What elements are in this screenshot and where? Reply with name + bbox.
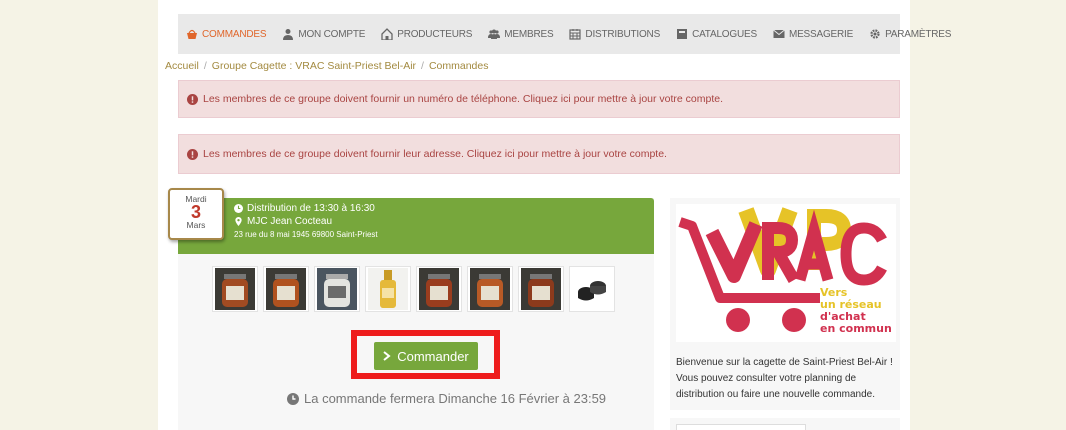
date-number: 3 — [190, 202, 201, 222]
jar-image — [521, 268, 561, 310]
nav-item-label: MEMBRES — [504, 28, 554, 40]
date-badge: Mardi 3 Mars — [168, 188, 224, 240]
user-icon — [283, 29, 294, 40]
exclamation-circle-icon — [187, 93, 198, 105]
vrac-tagline-4: en commun — [820, 322, 892, 335]
jar-image — [470, 268, 510, 310]
distribution-time: Distribution de 13:30 à 16:30 — [247, 203, 375, 214]
main-nav: COMMANDES MON COMPTE PRODUCTEURS MEMBRES… — [178, 14, 951, 54]
product-thumb[interactable] — [212, 266, 258, 312]
nav-item-label: COMMANDES — [202, 28, 267, 40]
jar-image — [419, 268, 459, 310]
order-close-note: La commande fermera Dimanche 16 Février … — [287, 391, 606, 406]
product-thumb[interactable] — [365, 266, 411, 312]
distribution-info: Distribution de 13:30 à 16:30 MJC Jean C… — [234, 202, 378, 241]
product-thumb[interactable] — [416, 266, 462, 312]
nav-item-catalogues[interactable]: CATALOGUES — [668, 14, 765, 54]
product-thumb[interactable] — [314, 266, 360, 312]
alert-address-text: Les membres de ce groupe doivent fournir… — [203, 148, 667, 160]
alert-phone[interactable]: Les membres de ce groupe doivent fournir… — [178, 80, 900, 118]
basket-icon — [187, 29, 197, 39]
nav-item-distributions[interactable]: DISTRIBUTIONS — [561, 14, 668, 54]
nav-item-label: MESSAGERIE — [788, 28, 854, 40]
breadcrumb-home[interactable]: Accueil — [165, 60, 199, 72]
breadcrumb-group[interactable]: Groupe Cagette : VRAC Saint-Priest Bel-A… — [212, 60, 416, 72]
bottle-image — [368, 268, 408, 310]
farm-icon — [381, 28, 393, 40]
product-thumb[interactable] — [467, 266, 513, 312]
jar-image — [317, 268, 357, 310]
alert-address[interactable]: Les membres de ce groupe doivent fournir… — [178, 134, 900, 174]
chevron-right-icon — [383, 351, 391, 361]
sidebar-bottom-box — [676, 424, 806, 430]
nav-item-membres[interactable]: MEMBRES — [480, 14, 561, 54]
book-icon — [677, 29, 688, 39]
nav-item-label: DISTRIBUTIONS — [585, 28, 661, 40]
nav-item-mon-compte[interactable]: MON COMPTE — [274, 14, 373, 54]
nav-item-parametres[interactable]: PARAMÈTRES — [861, 14, 959, 54]
exclamation-circle-icon — [187, 148, 198, 160]
breadcrumb-separator: / — [203, 60, 207, 72]
nav-item-label: MON COMPTE — [298, 28, 366, 40]
welcome-text: Bienvenue sur la cagette de Saint-Priest… — [676, 357, 893, 400]
envelope-icon — [773, 29, 785, 38]
nav-item-producteurs[interactable]: PRODUCTEURS — [373, 14, 480, 54]
nav-item-label: PRODUCTEURS — [397, 28, 473, 40]
product-thumb[interactable] — [263, 266, 309, 312]
distribution-address: 23 rue du 8 mai 1945 69800 Saint-Priest — [234, 230, 378, 239]
alert-phone-text: Les membres de ce groupe doivent fournir… — [203, 93, 724, 105]
breadcrumb: Accueil / Groupe Cagette : VRAC Saint-Pr… — [165, 60, 488, 72]
product-thumbnails — [212, 266, 615, 312]
clock-icon — [287, 392, 299, 405]
jar-image — [266, 268, 306, 310]
clock-icon — [234, 204, 243, 213]
date-month: Mars — [186, 220, 206, 230]
calendar-icon — [569, 29, 582, 40]
map-marker-icon — [235, 217, 242, 226]
jar-image — [215, 268, 255, 310]
product-thumb[interactable] — [518, 266, 564, 312]
product-thumb[interactable] — [569, 266, 615, 312]
vrac-logo: Vers un réseau d'achat en commun — [676, 204, 896, 342]
nav-item-label: CATALOGUES — [692, 28, 757, 40]
users-icon — [488, 29, 501, 39]
breadcrumb-current[interactable]: Commandes — [429, 60, 489, 72]
nav-item-messagerie[interactable]: MESSAGERIE — [765, 14, 861, 54]
breadcrumb-separator: / — [421, 60, 424, 72]
order-button[interactable]: Commander — [374, 342, 478, 370]
distribution-place[interactable]: MJC Jean Cocteau — [247, 215, 332, 228]
nav-item-label: PARAMÈTRES — [885, 28, 952, 40]
order-close-text: La commande fermera Dimanche 16 Février … — [304, 391, 607, 406]
nav-item-commandes[interactable]: COMMANDES — [178, 14, 274, 54]
order-button-label: Commander — [397, 348, 469, 364]
gear-icon — [870, 29, 880, 39]
pot-image — [572, 268, 612, 310]
vrac-logo-image: Vers un réseau d'achat en commun — [678, 207, 892, 335]
